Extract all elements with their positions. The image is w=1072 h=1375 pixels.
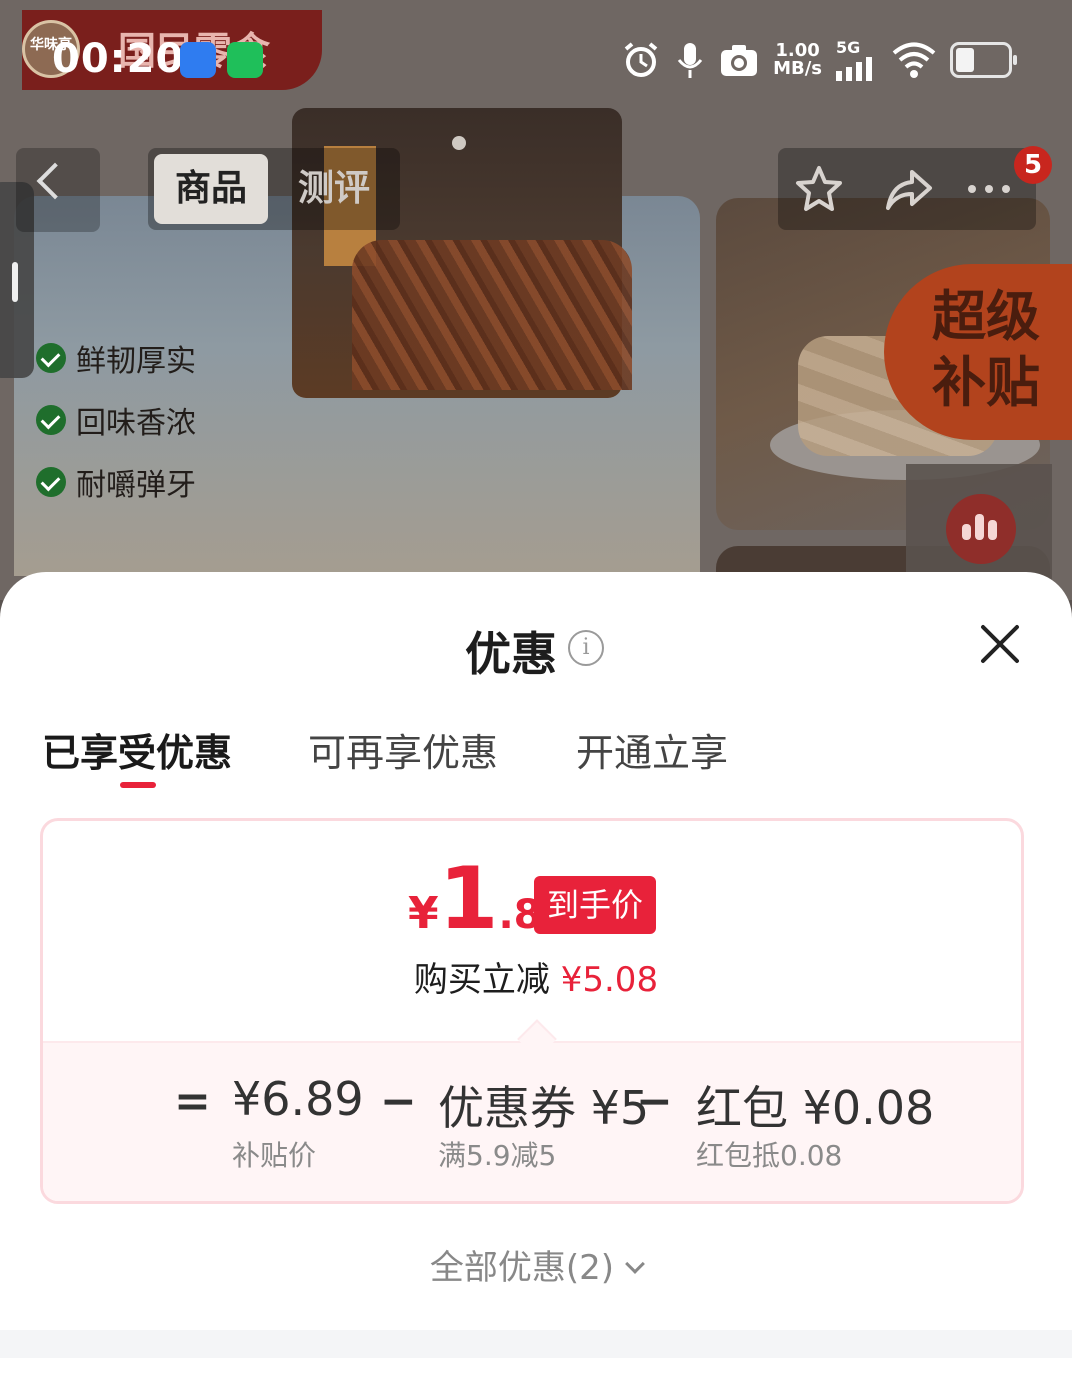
all-offers-toggle[interactable]: 全部优惠(2) [0, 1240, 1072, 1289]
feature-item: 回味香浓 [36, 398, 196, 442]
signal-icon [836, 57, 872, 81]
chevron-down-icon [625, 1254, 645, 1274]
wifi-icon [892, 42, 936, 78]
coupon-label: 满5.9减5 [438, 1139, 557, 1172]
footer-divider [0, 1330, 1072, 1358]
check-icon [36, 405, 66, 435]
bar-chart-icon [962, 514, 997, 540]
sheet-title: 优惠 [465, 627, 557, 681]
subsidy-price-label: 补贴价 [232, 1139, 317, 1172]
coupon-value: 优惠券 ¥5 [438, 1081, 650, 1135]
check-icon [36, 343, 66, 373]
tab-enjoyed-offers[interactable]: 已享受优惠 [42, 722, 232, 777]
tab-activate-offers[interactable]: 开通立享 [576, 722, 728, 777]
feature-item: 鲜韧厚实 [36, 336, 196, 380]
notification-badge: 5 [1014, 146, 1052, 184]
reduce-label: 购买立减 [413, 960, 550, 1000]
minus-sign: − [380, 1076, 417, 1127]
subsidy-tag-text: 超级补贴 [932, 285, 1040, 414]
redpack-label: 红包抵0.08 [696, 1139, 843, 1172]
network-type: 5G [836, 38, 861, 57]
reduce-line: 购买立减 ¥5.08 [0, 952, 1072, 1001]
redpack-value: 红包 ¥0.08 [696, 1081, 935, 1135]
network-speed: 1.00 MB/s [773, 39, 822, 79]
info-icon[interactable]: i [568, 630, 604, 666]
equals-sign: = [174, 1076, 211, 1127]
tab-product[interactable]: 商品 [154, 154, 268, 224]
alarm-icon [624, 41, 658, 77]
active-tab-indicator [120, 782, 156, 788]
more-icon[interactable] [964, 164, 1014, 214]
jerky-image [352, 240, 632, 390]
camera-icon [721, 44, 758, 76]
feature-label: 耐嚼弹牙 [76, 468, 196, 503]
tab-review[interactable]: 测评 [298, 154, 370, 224]
minus-sign: − [636, 1076, 673, 1127]
handle-bar [12, 262, 18, 302]
check-icon [36, 467, 66, 497]
feature-label: 回味香浓 [76, 406, 196, 441]
all-offers-label: 全部优惠(2) [429, 1248, 615, 1288]
currency-symbol: ¥ [408, 888, 439, 939]
status-icons: 1.00 MB/s 5G [621, 38, 1017, 81]
feature-item: 耐嚼弹牙 [36, 460, 196, 504]
reduce-amount: ¥5.08 [560, 960, 659, 1000]
feature-label: 鲜韧厚实 [76, 344, 196, 379]
screenshot-app-icon [180, 42, 216, 78]
signal-indicator: 5G [836, 38, 878, 81]
tab-more-offers[interactable]: 可再享优惠 [308, 722, 498, 777]
share-icon[interactable] [884, 164, 934, 214]
subsidy-price: ¥6.89 [232, 1072, 364, 1126]
final-price-integer: 1 [438, 849, 499, 949]
final-price-tag: 到手价 [534, 876, 656, 934]
star-icon[interactable] [794, 164, 844, 214]
package-hole [452, 136, 466, 150]
wechat-icon [227, 42, 263, 78]
status-bar: 00:20 1.00 MB/s 5G [0, 0, 1072, 120]
status-time: 00:20 [52, 36, 185, 82]
microphone-icon [677, 42, 703, 78]
battery-icon [950, 41, 1017, 78]
close-icon[interactable] [978, 622, 1022, 666]
